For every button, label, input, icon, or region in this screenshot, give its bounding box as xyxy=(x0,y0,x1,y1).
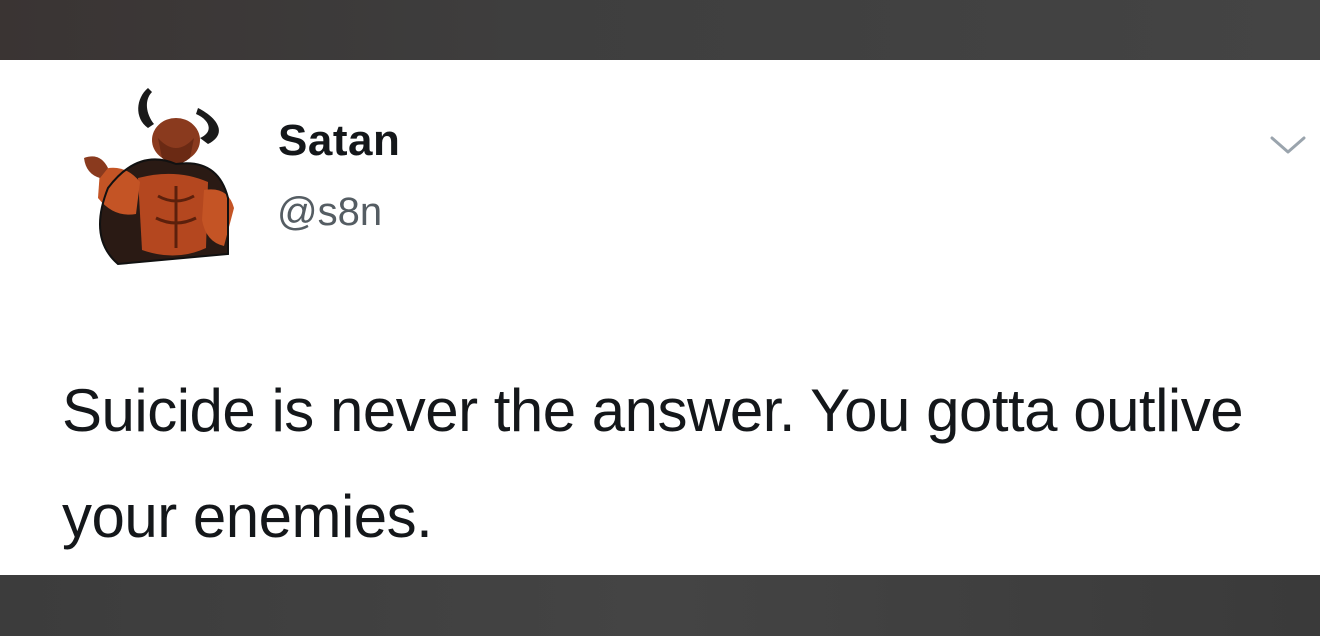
devil-avatar-icon xyxy=(84,88,234,266)
avatar[interactable] xyxy=(78,78,238,270)
top-frame-bar xyxy=(0,0,1320,60)
bottom-frame-bar xyxy=(0,575,1320,636)
display-name[interactable]: Satan xyxy=(278,116,400,166)
user-handle[interactable]: @s8n xyxy=(277,190,382,235)
tweet-card: Satan @s8n Suicide is never the answer. … xyxy=(0,60,1320,575)
chevron-down-icon[interactable] xyxy=(1268,132,1308,158)
tweet-text: Suicide is never the answer. You gotta o… xyxy=(62,377,1244,550)
